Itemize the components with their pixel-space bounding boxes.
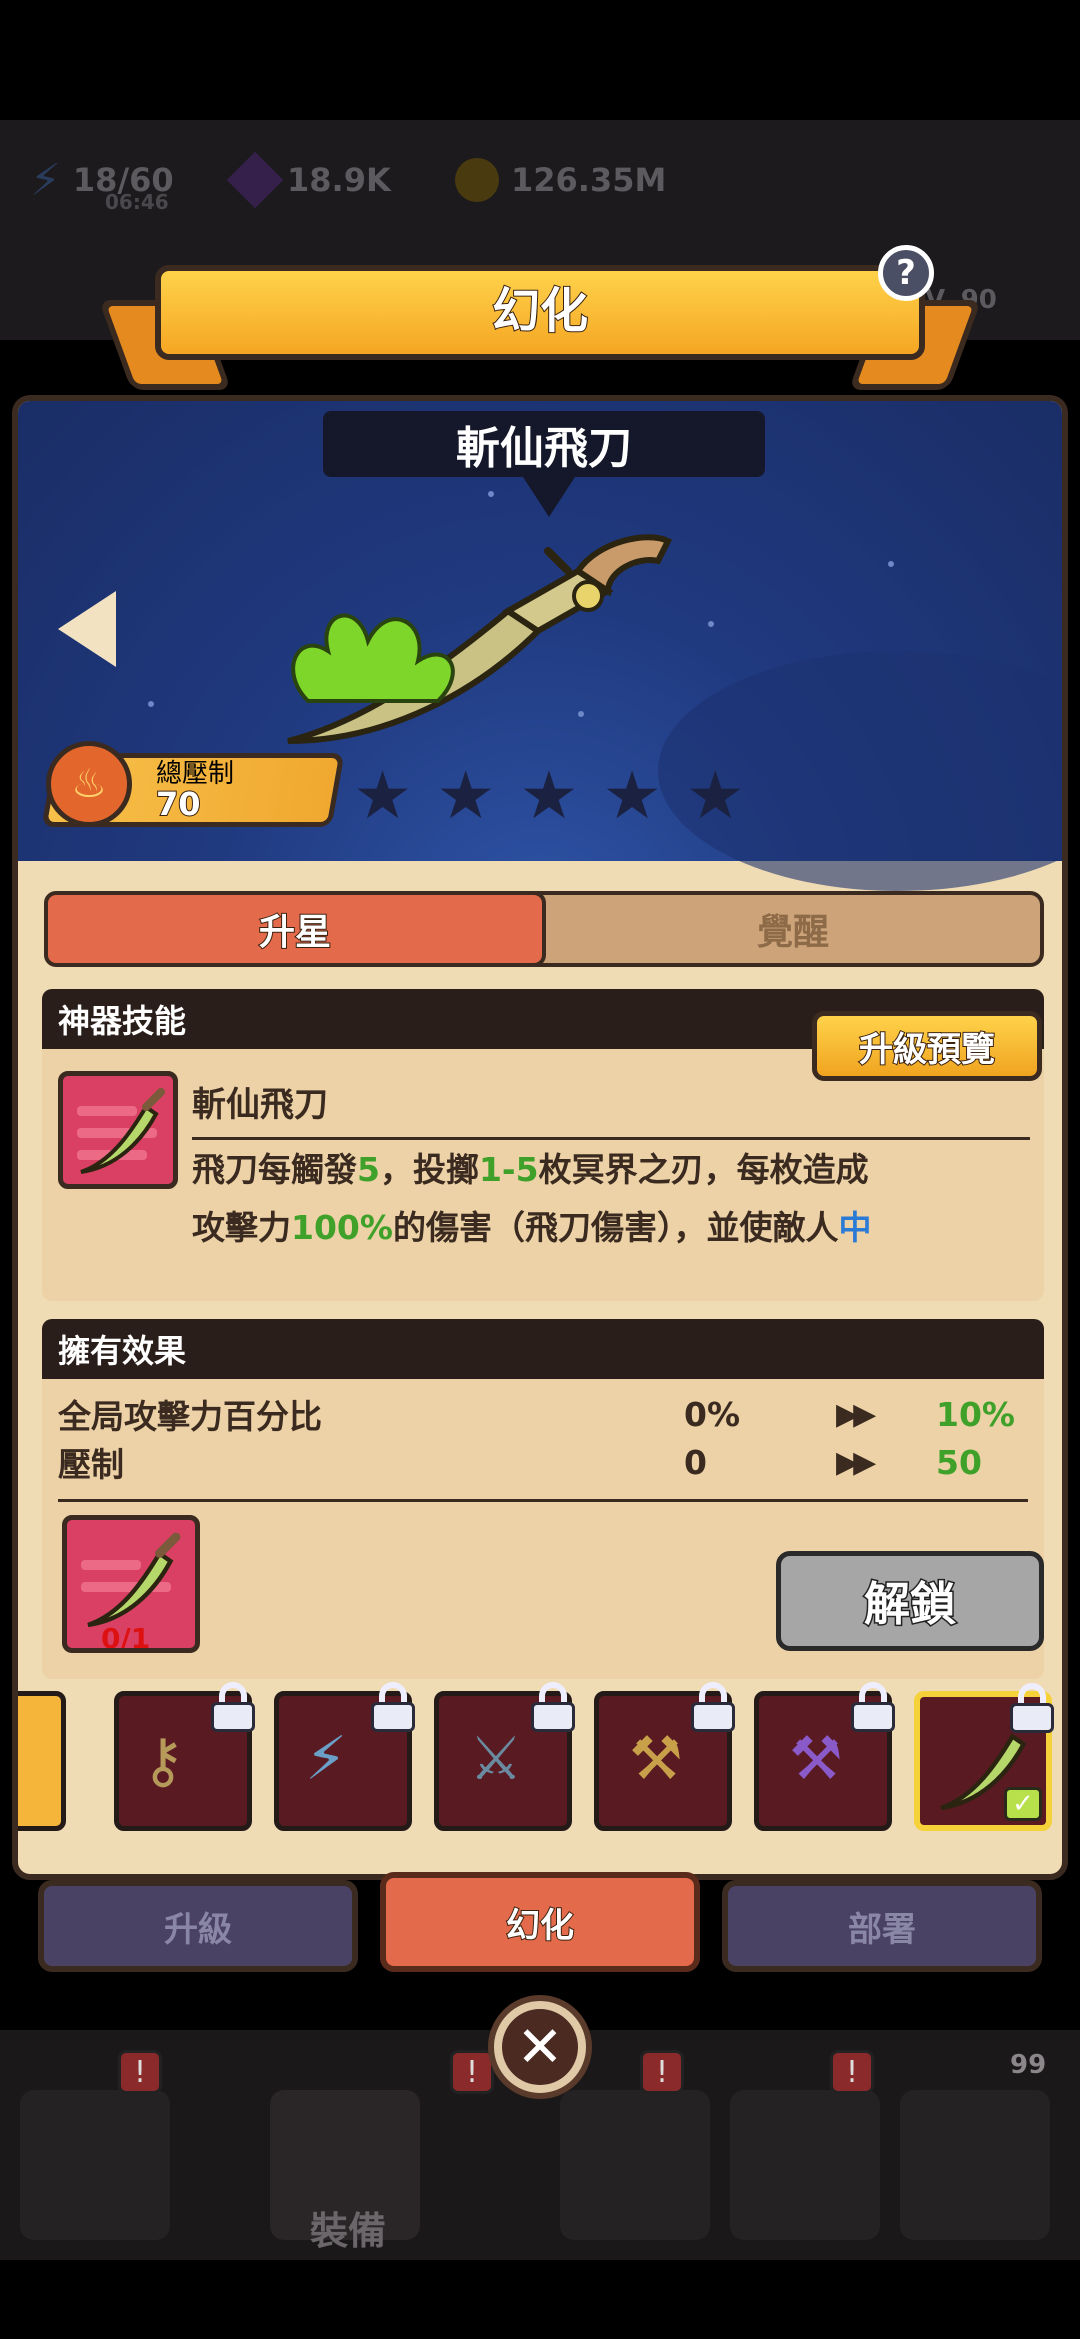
- shard-count: 0/1: [101, 1622, 151, 1653]
- skill-desc-fragment: ，投擲: [379, 1150, 479, 1189]
- equip-label: 裝備: [310, 2209, 387, 2253]
- upgrade-hex-icon: [730, 2090, 880, 2240]
- skill-description-line2: 攻擊力100%的傷害（飛刀傷害），並使敵人中: [192, 1199, 1032, 1257]
- weapon-slot-selected[interactable]: ✓: [914, 1683, 1054, 1831]
- star-rating: ★ ★ ★ ★ ★: [353, 763, 745, 829]
- help-icon[interactable]: ?: [878, 245, 934, 301]
- dark-axe-icon: ⚒: [789, 1724, 843, 1794]
- effect-current: 0: [684, 1442, 707, 1482]
- tab-awaken[interactable]: 覺醒: [546, 895, 1040, 963]
- weapon-name-tag: 斬仙飛刀: [323, 411, 765, 477]
- owned-effects-section: 擁有效果 全局攻擊力百分比 0% ▶▶ 10% 壓制 0 ▶▶ 50 0/1 解…: [42, 1319, 1044, 1679]
- previous-weapon-arrow-icon[interactable]: [58, 591, 116, 667]
- double-arrow-icon: ▶▶: [836, 1396, 876, 1432]
- flying-knife-icon: [80, 1088, 165, 1174]
- battle-icon: [560, 2090, 710, 2240]
- lightning-icon: ⚡: [30, 154, 61, 206]
- skill-item-box: [58, 1071, 178, 1189]
- lock-icon: [371, 1682, 415, 1732]
- weapon-slot[interactable]: ⚷: [114, 1682, 255, 1831]
- weapon-slot[interactable]: ⚒: [594, 1682, 735, 1831]
- skill-desc-fragment: 5: [357, 1150, 380, 1189]
- alert-icon: !: [640, 2050, 684, 2094]
- skill-description-line1: 飛刀每觸發5，投擲1-5枚冥界之刃，每枚造成: [192, 1141, 1032, 1199]
- effect-label: 壓制: [58, 1445, 124, 1484]
- effect-row: 全局攻擊力百分比 0% ▶▶ 10%: [58, 1389, 1028, 1439]
- effect-row: 壓制 0 ▶▶ 50: [58, 1437, 1028, 1487]
- weapon-slot[interactable]: ⚡: [274, 1682, 415, 1831]
- alert-icon: !: [830, 2050, 874, 2094]
- lock-icon: [851, 1682, 895, 1732]
- shop-icon: [20, 2090, 170, 2240]
- double-arrow-icon: ▶▶: [836, 1444, 876, 1480]
- power-value: 70: [155, 784, 202, 824]
- skill-desc-fragment: 攻擊力: [192, 1208, 291, 1247]
- weapon-showcase: 斬仙飛刀 ♨ 總壓制 70 ★ ★ ★ ★ ★: [18, 401, 1062, 891]
- deploy-button[interactable]: 部署: [722, 1880, 1042, 1972]
- lock-icon: [1010, 1683, 1054, 1733]
- weapon-slot[interactable]: ⚔: [434, 1682, 575, 1831]
- shard-item-box[interactable]: 0/1: [62, 1515, 200, 1653]
- weapon-slot[interactable]: ⚒: [754, 1682, 895, 1831]
- skill-desc-fragment: 的傷害（飛刀傷害），並使敵人: [392, 1208, 839, 1247]
- star-icon: ★: [602, 757, 662, 834]
- flying-knife-icon: [87, 1532, 181, 1628]
- close-icon: ✕: [502, 2009, 578, 2085]
- skill-desc-fragment: 枚冥界之刃，每枚造成: [538, 1150, 869, 1189]
- gem-counter: 18.9K: [226, 150, 391, 210]
- skill-name: 斬仙飛刀: [192, 1085, 328, 1125]
- star-icon: ★: [685, 757, 745, 834]
- tab-bar: 升星 覺醒: [44, 891, 1044, 967]
- star-icon: ★: [353, 757, 413, 834]
- effect-next: 10%: [936, 1394, 1015, 1434]
- checkmark-icon: ✓: [1004, 1787, 1042, 1821]
- coin-counter: 126.35M: [455, 150, 666, 210]
- alert-icon: !: [450, 2050, 494, 2094]
- lock-icon: [211, 1682, 255, 1732]
- title-banner: 幻化: [155, 265, 925, 360]
- lightning-sword-icon: ⚡: [305, 1724, 348, 1794]
- divider: [58, 1499, 1028, 1502]
- section-title: 擁有效果: [42, 1319, 1044, 1379]
- upgrade-button[interactable]: 升級: [38, 1880, 358, 1972]
- gem-icon: [226, 151, 284, 209]
- weapon-selector-row: ⚷ ⚡ ⚔ ⚒ ⚒ ✓: [18, 1682, 1062, 1851]
- skill-desc-fragment: 中: [838, 1208, 872, 1247]
- transform-button[interactable]: 幻化: [380, 1872, 700, 1972]
- skill-desc-fragment: 飛刀每觸發: [192, 1150, 357, 1189]
- effect-label: 全局攻擊力百分比: [58, 1397, 322, 1436]
- star-icon: ★: [519, 757, 579, 834]
- skill-desc-fragment: 1-5: [478, 1150, 539, 1189]
- tab-star-up[interactable]: 升星: [44, 891, 546, 967]
- skill-desc-fragment: 100%: [291, 1208, 393, 1247]
- artifact-skill-section: 神器技能 斬仙飛刀 升級預覽 飛刀每觸發5，投擲1-5枚冥界之刃，每枚造成 攻擊…: [42, 989, 1044, 1301]
- effect-next: 50: [936, 1442, 982, 1482]
- upgrade-preview-button[interactable]: 升級預覽: [812, 1011, 1042, 1081]
- flying-knife-icon: [287, 534, 673, 744]
- axe-icon: ⚒: [629, 1724, 683, 1794]
- effect-current: 0%: [684, 1394, 741, 1434]
- star-icon: ★: [436, 757, 496, 834]
- fire-icon: ♨: [46, 741, 132, 827]
- lock-icon: [691, 1682, 735, 1732]
- lock-icon: [531, 1682, 575, 1732]
- close-button[interactable]: ✕: [488, 1995, 592, 2099]
- coin-icon: [455, 158, 499, 202]
- key-icon: ⚷: [141, 1726, 185, 1796]
- weapon-slot[interactable]: [18, 1691, 66, 1831]
- alert-icon: !: [118, 2050, 162, 2094]
- divider: [192, 1137, 1030, 1140]
- transform-modal: 斬仙飛刀 ♨ 總壓制 70 ★ ★ ★ ★ ★ 升星 覺醒 神器技能 斬仙飛刀 …: [12, 395, 1068, 1880]
- sword-icon: ⚔: [469, 1724, 523, 1794]
- chest-icon: [900, 2090, 1050, 2240]
- count-badge: 99: [1010, 2050, 1047, 2080]
- unlock-button[interactable]: 解鎖: [776, 1551, 1044, 1651]
- energy-timer: 06:46: [105, 190, 169, 214]
- modal-title: 幻化: [491, 282, 589, 340]
